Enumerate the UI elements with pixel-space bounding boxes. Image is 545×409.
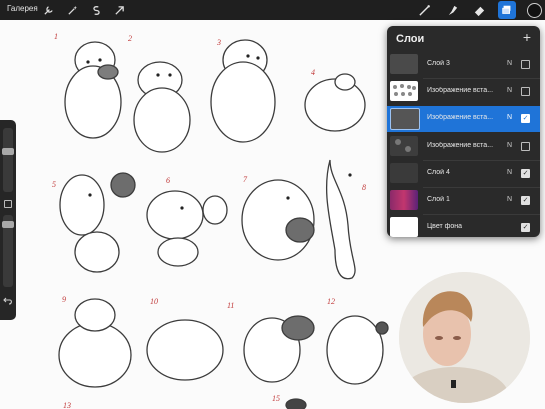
sketch-number: 6 (166, 176, 170, 185)
undo-icon[interactable] (3, 293, 13, 311)
webcam-overlay (399, 272, 530, 403)
blend-mode[interactable]: N (507, 196, 512, 203)
gallery-button[interactable]: Галерея (7, 4, 38, 13)
layer-name: Изображение вста... (427, 142, 494, 149)
layer-row[interactable]: Слой 1 N ✓ (387, 188, 540, 214)
sketch-number: 10 (150, 297, 158, 306)
layer-name: Слой 1 (427, 196, 450, 203)
layer-row[interactable]: Слой 3 N (387, 52, 540, 78)
sketch-number: 1 (54, 32, 58, 41)
modify-button[interactable] (4, 200, 12, 208)
layer-row-background[interactable]: Цвет фона ✓ (387, 215, 540, 237)
sketch-number: 8 (362, 183, 366, 192)
layer-thumbnail (390, 108, 420, 130)
layer-row[interactable]: Изображение вста... N (387, 79, 540, 105)
sketch-number: 9 (62, 295, 66, 304)
layer-thumbnail (390, 136, 418, 156)
opacity-slider[interactable] (2, 215, 14, 287)
sketch-number: 13 (63, 401, 71, 409)
wrench-icon[interactable] (40, 2, 56, 18)
layer-row[interactable]: Изображение вста... N (387, 134, 540, 160)
sketch-number: 7 (243, 175, 247, 184)
layer-name: Цвет фона (427, 223, 463, 230)
layer-name: Изображение вста... (427, 87, 494, 94)
layer-name: Слой 4 (427, 169, 450, 176)
visibility-checkbox[interactable]: ✓ (521, 114, 530, 123)
blend-mode[interactable]: N (507, 169, 512, 176)
blend-mode[interactable]: N (507, 114, 512, 121)
selection-icon[interactable] (88, 2, 104, 18)
visibility-checkbox[interactable] (521, 87, 530, 96)
left-sidebar (0, 120, 16, 320)
brush-size-thumb[interactable] (2, 148, 14, 155)
blend-mode[interactable]: N (507, 142, 512, 149)
top-toolbar: Галерея (0, 0, 545, 20)
visibility-checkbox[interactable] (521, 142, 530, 151)
visibility-checkbox[interactable]: ✓ (521, 196, 530, 205)
visibility-checkbox[interactable] (521, 60, 530, 69)
sketch-number: 4 (311, 68, 315, 77)
sketch-number: 3 (217, 38, 221, 47)
layer-name: Слой 3 (427, 60, 450, 67)
smudge-icon[interactable] (443, 1, 461, 19)
layer-thumbnail (390, 81, 418, 101)
layer-thumbnail (390, 190, 418, 210)
magic-wand-icon[interactable] (64, 2, 80, 18)
brush-size-slider[interactable] (2, 128, 14, 192)
sketch-number: 2 (128, 34, 132, 43)
layer-thumbnail (390, 163, 418, 183)
layers-icon[interactable] (498, 1, 516, 19)
eraser-icon[interactable] (470, 1, 488, 19)
layer-thumbnail (390, 217, 418, 237)
sketch-number: 12 (327, 297, 335, 306)
color-swatch[interactable] (525, 1, 543, 19)
layer-row-active[interactable]: Изображение вста... N ✓ (387, 106, 540, 132)
blend-mode[interactable]: N (507, 87, 512, 94)
visibility-checkbox[interactable]: ✓ (521, 223, 530, 232)
sketch-number: 5 (52, 180, 56, 189)
layers-panel: Слои + Слой 3 N Изображение вста... N Из… (387, 26, 540, 237)
panel-title: Слои (396, 33, 425, 45)
layer-name: Изображение вста... (427, 114, 494, 121)
brush-icon[interactable] (415, 1, 433, 19)
add-layer-button[interactable]: + (523, 29, 531, 45)
blend-mode[interactable]: N (507, 60, 512, 67)
transform-arrow-icon[interactable] (111, 2, 127, 18)
layer-row[interactable]: Слой 4 N ✓ (387, 161, 540, 187)
sketch-number: 11 (227, 301, 235, 310)
sketch-number: 15 (272, 394, 280, 403)
visibility-checkbox[interactable]: ✓ (521, 169, 530, 178)
opacity-thumb[interactable] (2, 221, 14, 228)
layer-thumbnail (390, 54, 418, 74)
